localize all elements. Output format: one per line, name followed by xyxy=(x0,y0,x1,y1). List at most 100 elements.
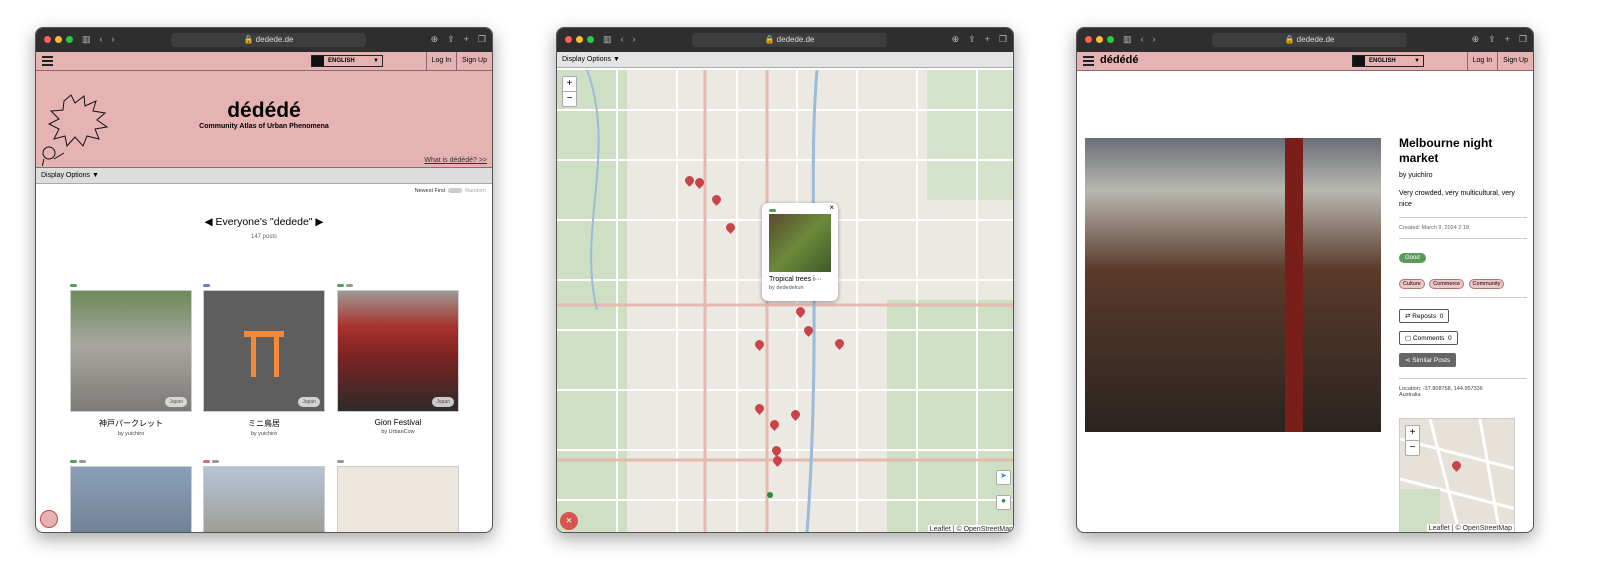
post-card[interactable]: Japan ミニ鳥居 by yuichiro xyxy=(203,284,325,437)
forward-icon[interactable]: › xyxy=(1153,34,1156,45)
new-tab-icon[interactable]: + xyxy=(464,34,469,45)
site-logo[interactable]: dédédé xyxy=(1100,54,1139,66)
address-bar[interactable]: 🔒 dedede.de xyxy=(1212,33,1407,47)
download-icon[interactable]: ⊕ xyxy=(1472,34,1480,45)
address-bar[interactable]: 🔒 dedede.de xyxy=(692,33,887,47)
back-icon[interactable]: ‹ xyxy=(621,34,624,45)
mascot-logo xyxy=(41,94,109,166)
map-view[interactable]: + − × Tropical trees i··· by dededekun ➤ … xyxy=(557,70,1013,532)
popup-photo[interactable] xyxy=(769,214,831,272)
comments-button[interactable]: ▢ Comments 0 xyxy=(1399,331,1458,345)
tabs-icon[interactable]: ❐ xyxy=(999,34,1007,45)
sort-toggle[interactable]: Newest First Random xyxy=(36,184,492,198)
locate-icon[interactable]: ➤ xyxy=(996,470,1011,485)
post-details: Melbourne night market by yuichiro Very … xyxy=(1399,136,1527,398)
pin-icon[interactable]: ● xyxy=(996,495,1011,510)
tag-pill[interactable]: Commerce xyxy=(1429,279,1465,289)
close-map-button[interactable]: × xyxy=(560,512,578,530)
close-window-button[interactable] xyxy=(1085,36,1092,43)
minimize-button[interactable] xyxy=(576,36,583,43)
tabs-icon[interactable]: ❐ xyxy=(1519,34,1527,45)
map-attribution[interactable]: Leaflet | © OpenStreetMap xyxy=(927,525,1013,532)
browser-toolbar: ▥ ‹ › 🔒 dedede.de ⊕ ⇪ + ❐ xyxy=(1077,28,1533,52)
post-photo[interactable] xyxy=(337,466,459,532)
browser-toolbar: ▥ ‹ › 🔒 dedede.de ⊕ ⇪ + ❐ xyxy=(36,28,492,52)
login-link[interactable]: Log In xyxy=(425,52,456,70)
about-link[interactable]: What is dédédé? >> xyxy=(424,157,487,164)
post-card[interactable] xyxy=(337,460,459,532)
post-photo[interactable]: Japan xyxy=(70,290,192,412)
map-window: ▥ ‹ › 🔒 dedede.de ⊕ ⇪ + ❐ Display Options ▼ +… xyxy=(556,27,1014,533)
zoom-button[interactable] xyxy=(66,36,73,43)
zoom-in-button[interactable]: + xyxy=(1406,426,1419,441)
post-count: 147 posts xyxy=(250,234,278,240)
browser-toolbar: ▥ ‹ › 🔒 dedede.de ⊕ ⇪ + ❐ xyxy=(557,28,1013,52)
post-photo[interactable]: Japan xyxy=(203,290,325,412)
menu-icon[interactable] xyxy=(1083,56,1094,68)
post-description: Very crowded, very multicultural, very n… xyxy=(1399,190,1515,208)
zoom-button[interactable] xyxy=(587,36,594,43)
signup-link[interactable]: Sign Up xyxy=(1497,52,1533,70)
toggle-switch[interactable] xyxy=(448,188,463,194)
back-icon[interactable]: ‹ xyxy=(100,34,103,45)
download-icon[interactable]: ⊕ xyxy=(952,34,960,45)
sidebar-icon[interactable]: ▥ xyxy=(1123,34,1132,45)
share-icon[interactable]: ⇪ xyxy=(1488,34,1496,45)
forward-icon[interactable]: › xyxy=(112,34,115,45)
map-tiles xyxy=(557,70,1013,532)
post-card[interactable] xyxy=(70,460,192,532)
location-country: Australia xyxy=(1399,392,1421,398)
zoom-button[interactable] xyxy=(1107,36,1114,43)
download-icon[interactable]: ⊕ xyxy=(431,34,439,45)
tabs-icon[interactable]: ❐ xyxy=(478,34,486,45)
display-options[interactable]: Display Options ▼ xyxy=(36,168,492,184)
new-tab-icon[interactable]: + xyxy=(1505,34,1510,45)
minimize-button[interactable] xyxy=(1096,36,1103,43)
map-attribution[interactable]: Leaflet | © OpenStreetMap xyxy=(1426,524,1514,532)
post-photo[interactable] xyxy=(70,466,192,532)
sidebar-icon[interactable]: ▥ xyxy=(82,34,91,45)
post-card[interactable]: Japan 神戸パークレット by yuichiro xyxy=(70,284,192,437)
post-card[interactable]: Japan Gion Festival by UrbanCow xyxy=(337,284,459,435)
tag-pill[interactable]: Culture xyxy=(1399,279,1425,289)
new-tab-icon[interactable]: + xyxy=(985,34,990,45)
address-bar[interactable]: 🔒 dedede.de xyxy=(171,33,366,47)
language-select[interactable]: ENGLISH ▼ xyxy=(311,55,383,67)
zoom-out-button[interactable]: − xyxy=(1406,441,1419,455)
menu-icon[interactable] xyxy=(42,56,53,68)
tag-pill[interactable]: Community xyxy=(1468,279,1505,289)
post-photo[interactable]: Japan xyxy=(337,290,459,412)
post-photo[interactable] xyxy=(1085,138,1381,432)
share-icon[interactable]: ⇪ xyxy=(968,34,976,45)
signup-link[interactable]: Sign Up xyxy=(456,52,492,70)
post-author[interactable]: by yuichiro xyxy=(1399,172,1527,179)
location-map[interactable]: + − Leaflet | © OpenStreetMap xyxy=(1399,418,1515,532)
display-options[interactable]: Display Options ▼ xyxy=(557,52,1013,68)
reposts-button[interactable]: ⇄ Reposts 0 xyxy=(1399,309,1450,323)
map-toggle-button[interactable] xyxy=(40,510,58,528)
share-nodes-icon: ⋖ xyxy=(1405,357,1411,364)
login-link[interactable]: Log In xyxy=(1466,52,1497,70)
zoom-in-button[interactable]: + xyxy=(563,77,576,92)
repost-icon: ⇄ xyxy=(1405,313,1411,320)
detail-window: ▥ ‹ › 🔒 dedede.de ⊕ ⇪ + ❐ dédédé ENGLISH ▼ Log… xyxy=(1076,27,1534,533)
close-window-button[interactable] xyxy=(565,36,572,43)
back-icon[interactable]: ‹ xyxy=(1141,34,1144,45)
sidebar-icon[interactable]: ▥ xyxy=(603,34,612,45)
minimize-button[interactable] xyxy=(55,36,62,43)
site-nav: dédédé ENGLISH ▼ Log In Sign Up xyxy=(1077,52,1533,71)
similar-posts-button[interactable]: ⋖ Similar Posts xyxy=(1399,353,1457,367)
language-select[interactable]: ENGLISH ▼ xyxy=(1352,55,1424,67)
share-icon[interactable]: ⇪ xyxy=(447,34,455,45)
post-photo[interactable] xyxy=(203,466,325,532)
zoom-out-button[interactable]: − xyxy=(563,92,576,106)
post-title: Melbourne night market xyxy=(1399,136,1493,165)
forward-icon[interactable]: › xyxy=(633,34,636,45)
zoom-control: + − xyxy=(562,76,577,107)
popup-close-button[interactable]: × xyxy=(829,203,834,212)
post-card[interactable] xyxy=(203,460,325,532)
created-date: Created: March 9, 2024 2:18 xyxy=(1399,225,1470,231)
close-window-button[interactable] xyxy=(44,36,51,43)
zoom-control: + − xyxy=(1405,425,1420,456)
post-popup[interactable]: × Tropical trees i··· by dededekun xyxy=(762,203,838,301)
